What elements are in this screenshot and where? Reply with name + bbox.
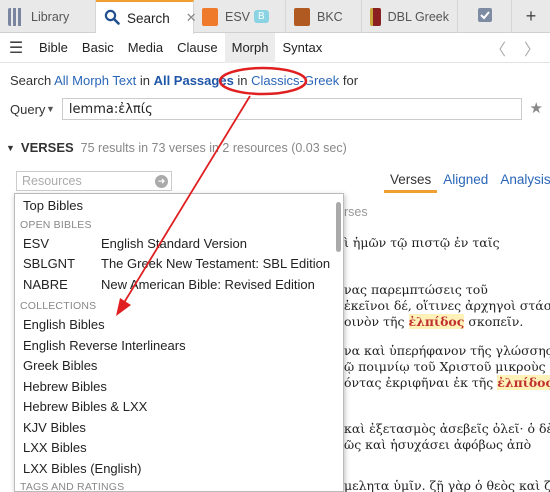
tags-ratings-header: TAGS AND RATINGS <box>20 481 125 492</box>
dropdown-item-collection[interactable]: LXX Bibles (English) <box>15 459 343 480</box>
result-text-segment: όντας ἐκριφῆναι ἐκ τῆς <box>344 375 498 390</box>
tab-analysis-view[interactable]: Analysis <box>494 172 550 193</box>
checklist-icon <box>477 7 493 26</box>
dropdown-item-bible[interactable]: ESV English Standard Version <box>15 234 343 255</box>
result-text-line: οινὸν τῆς ἐλπίδος σκοπεῖν. <box>344 314 523 329</box>
tab-badge: B <box>254 10 269 23</box>
bible-name: English Standard Version <box>101 235 247 251</box>
open-bibles-header: OPEN BIBLES <box>20 218 92 231</box>
result-text-line: ῶς καὶ ἡσυχάσει ἀφόβως ἀπὸ <box>344 437 532 452</box>
go-arrow-icon[interactable]: ➜ <box>155 175 168 188</box>
morph-text-link[interactable]: All Morph Text <box>54 73 136 88</box>
collapse-triangle-icon[interactable]: ▼ <box>6 143 15 153</box>
bible-abbr: ESV <box>23 235 50 251</box>
tab-library[interactable]: Library <box>0 0 96 33</box>
bkc-book-icon <box>294 7 310 26</box>
new-tab-button[interactable]: + <box>512 0 550 33</box>
bible-name: New American Bible: Revised Edition <box>101 276 315 292</box>
dropdown-item-collection[interactable]: English Reverse Interlinears <box>15 336 343 357</box>
dropdown-item-bible[interactable]: SBLGNT The Greek New Testament: SBL Editi… <box>15 254 343 275</box>
query-row: Query ▼ ★ <box>10 98 543 120</box>
resources-filter-input[interactable]: Resources ➜ <box>16 171 172 191</box>
dropdown-item-collection[interactable]: Greek Bibles <box>15 356 343 377</box>
in-text: in <box>233 73 252 88</box>
resources-placeholder: Resources <box>22 174 82 188</box>
tab-verses-view[interactable]: Verses <box>384 172 438 193</box>
dropdown-item-collection[interactable]: English Bibles <box>15 315 343 336</box>
collection-link[interactable]: Classics-Greek <box>251 73 339 88</box>
tab-aligned-view[interactable]: Aligned <box>437 172 494 193</box>
verses-header[interactable]: ▼ VERSES 75 results in 73 verses in 2 re… <box>6 140 347 155</box>
column-label-partial: rses <box>344 205 368 219</box>
tab-label: ESV <box>225 9 251 24</box>
bible-name: The Greek New Testament: SBL Edition <box>101 256 331 271</box>
query-label[interactable]: Query <box>10 102 46 117</box>
result-text-line: μελητα ὑμῖν. ζῇ γὰρ ὁ θεὸς καὶ ζῇ <box>344 478 550 492</box>
library-icon <box>8 7 24 26</box>
forward-arrow-icon[interactable]: 〉 <box>524 36 540 60</box>
dropdown-item-top-bibles[interactable]: Top Bibles <box>15 196 343 217</box>
search-hit-highlight[interactable]: ἐλπίδος <box>408 314 465 329</box>
for-text: for <box>339 73 359 88</box>
result-text-segment: οινὸν τῆς <box>344 314 409 329</box>
result-text-line: καὶ ἐξετασμὸς ἀσεβεῖς ὀλεῖ· ὁ δὲ <box>344 421 550 436</box>
menu-basic[interactable]: Basic <box>75 33 121 63</box>
in-text: in <box>136 73 154 88</box>
result-text-line: όντας ἐκριφῆναι ἐκ τῆς ἐλπίδος <box>344 375 550 390</box>
search-description: Search All Morph Text in All Passages in… <box>10 73 358 88</box>
favorite-star-icon[interactable]: ★ <box>530 99 543 117</box>
query-input[interactable] <box>61 98 522 120</box>
resources-dropdown: Top Bibles OPEN BIBLES ESV English Standa… <box>14 193 344 492</box>
passages-link[interactable]: All Passages <box>154 73 234 88</box>
dbl-book-icon <box>370 7 381 26</box>
search-hit-highlight[interactable]: ἐλπίδος <box>497 375 550 390</box>
result-text-line: ἐκεῖνοι δέ, οἵτινες ἀρχηγοὶ στάσεως <box>344 298 550 313</box>
dropdown-item-bible[interactable]: NABRE New American Bible: Revised Edition <box>15 275 343 296</box>
collections-header: COLLECTIONS <box>20 300 97 312</box>
menu-clause[interactable]: Clause <box>170 33 224 63</box>
tab-label: Library <box>31 9 70 24</box>
dropdown-item-collection[interactable]: KJV Bibles <box>15 418 343 439</box>
dropdown-item-collection[interactable]: LXX Bibles <box>15 438 343 459</box>
dropdown-item-collection[interactable]: Hebrew Bibles & LXX <box>15 397 343 418</box>
result-text-segment: σκοπεῖν. <box>464 314 524 329</box>
result-text-line: ὶ ἡμῶν τῷ πιστῷ ἐν ταῖς <box>344 235 500 250</box>
result-text-line: να καὶ ὑπερήφανον τῆς γλώσσης <box>344 343 550 358</box>
nav-arrows: 〈 〉 <box>490 33 540 63</box>
tab-dbl-greek[interactable]: DBL Greek <box>362 0 458 33</box>
menu-bible[interactable]: Bible <box>32 33 75 63</box>
tab-checklist[interactable] <box>458 0 512 33</box>
search-type-bar: ☰ Bible Basic Media Clause Morph Syntax … <box>0 32 550 63</box>
verses-title: VERSES <box>20 140 74 155</box>
dropdown-item-collection[interactable]: Hebrew Bibles <box>15 377 343 398</box>
hamburger-menu-icon[interactable]: ☰ <box>0 38 32 58</box>
tab-label: BKC <box>317 9 343 24</box>
esv-book-icon <box>202 7 218 26</box>
tab-label: Search <box>127 10 170 26</box>
result-text-line: ῷ ποιμνίῳ τοῦ Χριστοῦ μικροὺς καὶ <box>344 359 550 374</box>
menu-syntax[interactable]: Syntax <box>275 33 329 63</box>
search-icon <box>104 9 120 28</box>
app-window: Library Search ✕ ESV B BKC DBL Greek + ☰… <box>0 0 550 492</box>
tab-esv[interactable]: ESV B <box>194 0 286 33</box>
results-summary: 75 results in 73 verses in 2 resources (… <box>80 140 347 155</box>
menu-media[interactable]: Media <box>121 33 170 63</box>
back-arrow-icon[interactable]: 〈 <box>490 36 506 60</box>
query-dropdown-caret-icon[interactable]: ▼ <box>46 104 55 114</box>
bible-abbr: NABRE <box>23 276 68 292</box>
bible-abbr: SBLGNT <box>23 256 76 271</box>
view-tabs: Verses Aligned Analysis <box>384 172 550 193</box>
tab-bar: Library Search ✕ ESV B BKC DBL Greek + <box>0 0 550 34</box>
tab-label: DBL Greek <box>387 9 449 24</box>
menu-morph[interactable]: Morph <box>224 32 276 63</box>
tab-bkc[interactable]: BKC <box>286 0 362 33</box>
result-text-line: νας παρεμπτώσεις τοῦ <box>344 282 488 297</box>
tab-search[interactable]: Search ✕ <box>96 0 197 34</box>
search-prefix: Search <box>10 73 55 88</box>
